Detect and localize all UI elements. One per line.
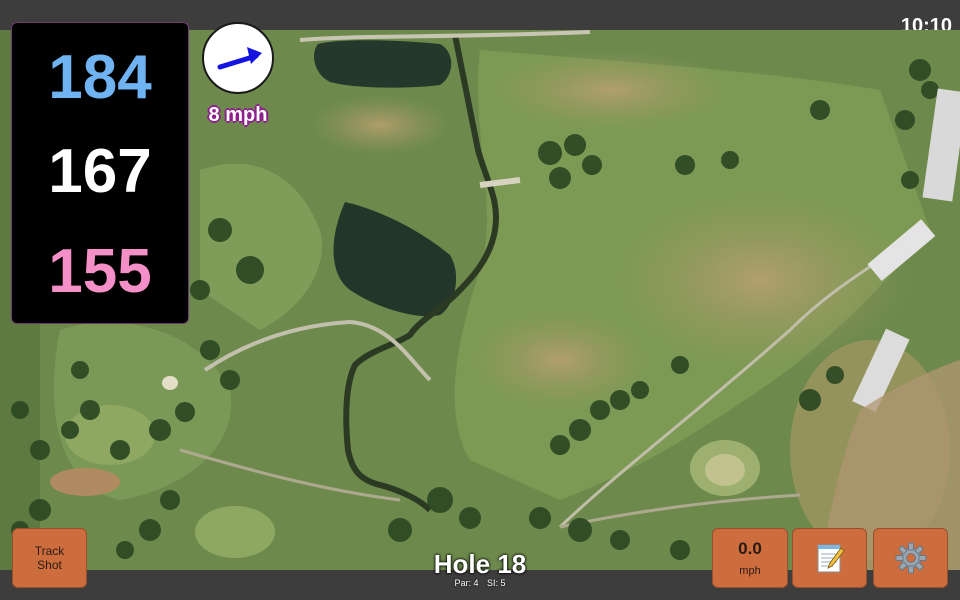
distance-back: 184 <box>48 43 152 112</box>
speed-value: 0.0 <box>738 539 762 558</box>
wind-speed: 8 mph <box>208 104 268 126</box>
hole-info: Par: 4 SI: 5 <box>380 578 580 588</box>
distance-front: 155 <box>48 237 152 306</box>
track-shot-button[interactable]: Track Shot <box>12 528 87 588</box>
settings-button[interactable] <box>873 528 948 588</box>
notes-button[interactable] <box>792 528 867 588</box>
track-shot-label-line2: Shot <box>37 558 62 572</box>
speed-button[interactable]: 0.0 mph <box>712 528 788 588</box>
yardage-panel: 184 167 155 <box>11 22 189 324</box>
hole-stroke-index: SI: 5 <box>487 578 506 588</box>
wind-indicator <box>202 22 274 94</box>
gear-icon <box>895 542 926 574</box>
wind-direction-arrow-icon <box>217 47 262 70</box>
speed-unit: mph <box>739 565 761 577</box>
hole-title: Hole 18 <box>433 549 527 579</box>
track-shot-label-line1: Track <box>34 544 65 558</box>
distance-middle: 167 <box>48 137 152 206</box>
notepad-icon <box>817 544 845 573</box>
hole-par: Par: 4 <box>454 578 479 588</box>
